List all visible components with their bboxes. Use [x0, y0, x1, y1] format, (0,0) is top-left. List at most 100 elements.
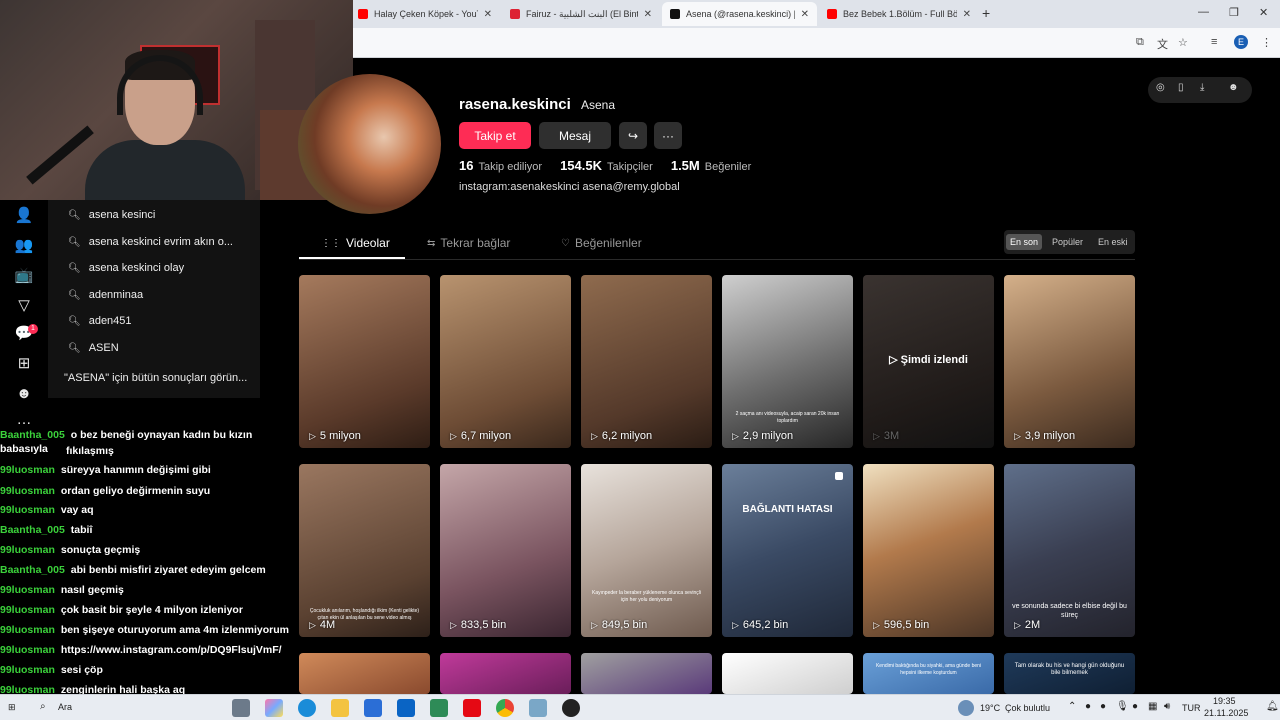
tray-app-icon[interactable]: ●	[1100, 701, 1106, 712]
translate-icon[interactable]: 文	[1157, 36, 1168, 52]
minimize-icon[interactable]: —	[1198, 6, 1209, 18]
tab-reposts[interactable]: ⇆ Tekrar bağlar	[427, 236, 510, 250]
bookmark-star-icon[interactable]: ☆	[1178, 36, 1188, 49]
taskbar-search-label[interactable]: Ara	[58, 702, 72, 712]
browser-tab-3[interactable]: Asena (@rasena.keskinci) | TikTok ✕	[662, 2, 817, 26]
tray-app-icon[interactable]: ●	[1085, 701, 1091, 712]
tab-videos[interactable]: ⋮⋮ Videolar	[321, 236, 390, 250]
restore-icon[interactable]: ❐	[1229, 6, 1239, 19]
edge-icon[interactable]	[298, 699, 316, 717]
following-icon[interactable]: 👤	[14, 206, 34, 226]
browser-tab-2[interactable]: Fairuz - البنت الشلبية (El Bint El Sh...…	[502, 2, 660, 26]
video-thumbnail[interactable]: Tam olarak bu his ve hangi gün olduğunu …	[1004, 653, 1135, 694]
live-icon[interactable]: 📺	[14, 266, 34, 286]
video-thumbnail[interactable]: ▷ Şimdi izlendi ▷ 3M	[863, 275, 994, 448]
following-label[interactable]: Takip ediliyor	[478, 161, 542, 173]
friends-icon[interactable]: 👥	[14, 236, 34, 256]
video-thumbnail[interactable]: ve sonunda sadece bi elbise değil bu sür…	[1004, 464, 1135, 637]
video-thumbnail[interactable]	[722, 653, 853, 694]
clock-time[interactable]: 19:35	[1213, 696, 1236, 706]
profile-avatar-icon[interactable]: ☻	[14, 384, 34, 404]
start-icon[interactable]: ⊞	[8, 702, 16, 713]
video-thumbnail[interactable]	[581, 653, 712, 694]
close-window-icon[interactable]: ✕	[1259, 6, 1268, 19]
search-suggestion[interactable]: 🔍︎ aden451	[68, 315, 132, 327]
download-icon[interactable]: ⤓	[1200, 82, 1204, 93]
video-thumbnail[interactable]: ▷ 596,5 bin	[863, 464, 994, 637]
video-thumbnail[interactable]: ▷ 3,9 milyon	[1004, 275, 1135, 448]
video-thumbnail[interactable]	[299, 653, 430, 694]
clock-date[interactable]: 21.11.2025	[1204, 708, 1248, 718]
video-thumbnail[interactable]: ▷ 6,2 milyon	[581, 275, 712, 448]
search-suggestion[interactable]: 🔍︎ ASEN	[68, 342, 119, 354]
reading-list-icon[interactable]: ≡	[1211, 36, 1217, 48]
see-all-results-link[interactable]: "ASENA" için bütün sonuçları görün...	[64, 372, 247, 384]
tiktok-side-rail: 👤 👥 📺 ▽ 💬 ⊞ ☻ …	[0, 200, 48, 430]
video-thumbnail[interactable]: ▷ 833,5 bin	[440, 464, 571, 637]
file-explorer-icon[interactable]	[331, 699, 349, 717]
netflix-icon[interactable]	[463, 699, 481, 717]
tray-app-icon[interactable]: ●	[1132, 701, 1138, 712]
outlook-icon[interactable]	[397, 699, 415, 717]
obs-icon[interactable]	[562, 699, 580, 717]
messages-icon[interactable]: ▽	[14, 296, 34, 316]
new-tab-button[interactable]: +	[982, 5, 990, 21]
chat-message: 99luosman vay aq	[0, 503, 290, 517]
copilot-icon[interactable]	[265, 699, 283, 717]
view-count-text: 645,2 bin	[742, 619, 789, 631]
share-button[interactable]: ↪	[619, 122, 647, 149]
close-icon[interactable]: ✕	[801, 9, 809, 20]
language-indicator[interactable]: TUR	[1182, 703, 1201, 713]
chat-username: 99luosman	[0, 504, 55, 516]
close-icon[interactable]: ✕	[963, 9, 971, 20]
sort-latest[interactable]: En son	[1006, 234, 1043, 250]
device-icon[interactable]: ▯	[1178, 82, 1184, 93]
more-options-button[interactable]: ···	[654, 122, 682, 149]
chat-text: abi benbi misfiri ziyaret edeyim gelcem	[70, 564, 266, 576]
video-thumbnail[interactable]: Kayınpeder la beraber yükleneme olunca s…	[581, 464, 712, 637]
video-thumbnail[interactable]: ▷ 6,7 milyon	[440, 275, 571, 448]
network-icon[interactable]: ▦	[1148, 701, 1157, 712]
upload-icon[interactable]: ⊞	[14, 354, 34, 374]
suggestion-text: adenminaa	[88, 289, 144, 301]
chat-username: Baantha_005	[0, 429, 65, 441]
video-thumbnail[interactable]	[440, 653, 571, 694]
search-suggestion[interactable]: 🔍︎ asena keskinci evrim akın o...	[68, 236, 233, 248]
profile-avatar[interactable]	[298, 74, 441, 214]
sort-oldest[interactable]: En eski	[1094, 234, 1132, 250]
video-thumbnail[interactable]: 2 saçma anı videosuyla, acaip saran 20k …	[722, 275, 853, 448]
app-icon[interactable]	[430, 699, 448, 717]
video-thumbnail[interactable]: Çocukluk anılarım, hoşlandığı ilkim (Ken…	[299, 464, 430, 637]
search-suggestion[interactable]: 🔍︎ asena kesinci	[68, 209, 155, 221]
search-suggestion[interactable]: 🔍︎ adenminaa	[68, 289, 143, 301]
kebab-menu-icon[interactable]: ⋮	[1261, 36, 1272, 49]
sort-popular[interactable]: Popüler	[1048, 234, 1087, 250]
video-thumbnail[interactable]: ▷ 5 milyon	[299, 275, 430, 448]
follow-button[interactable]: Takip et	[459, 122, 531, 149]
followers-label[interactable]: Takipçiler	[607, 161, 653, 173]
weather-icon[interactable]	[958, 700, 974, 716]
chrome-icon[interactable]	[496, 699, 514, 717]
user-avatar-icon[interactable]: ☻	[1228, 82, 1239, 93]
close-icon[interactable]: ✕	[484, 9, 492, 20]
cast-icon[interactable]: ⧉	[1136, 36, 1144, 49]
video-thumbnail[interactable]: BAĞLANTI HATASI ▷ 645,2 bin	[722, 464, 853, 637]
message-button[interactable]: Mesaj	[539, 122, 611, 149]
tray-chevron-icon[interactable]: ⌃	[1068, 701, 1076, 712]
microphone-icon[interactable]: 🎙︎	[1116, 701, 1129, 712]
video-thumbnail[interactable]: Kendimi baktığında bu siyahki, ama günde…	[863, 653, 994, 694]
browser-tab-1[interactable]: Halay Çeken Köpek - YouTube ✕	[350, 2, 500, 26]
store-icon[interactable]	[364, 699, 382, 717]
browser-profile-avatar[interactable]: E	[1234, 35, 1248, 49]
tab-liked[interactable]: ♡ Beğenilenler	[561, 236, 642, 250]
search-icon[interactable]: ⌕	[40, 701, 46, 712]
search-suggestion[interactable]: 🔍︎ asena keskinci olay	[68, 262, 184, 274]
coins-icon[interactable]: ◎	[1156, 82, 1165, 93]
settings-icon[interactable]	[529, 699, 547, 717]
volume-icon[interactable]: 🔊︎	[1164, 701, 1170, 712]
chat-username: 99luosman	[0, 644, 55, 656]
browser-tab-4[interactable]: Bez Bebek 1.Bölüm - Full Bölüm ✕	[819, 2, 979, 26]
task-view-icon[interactable]	[232, 699, 250, 717]
close-icon[interactable]: ✕	[644, 9, 652, 20]
notification-icon[interactable]: 🔔︎	[1266, 701, 1279, 712]
